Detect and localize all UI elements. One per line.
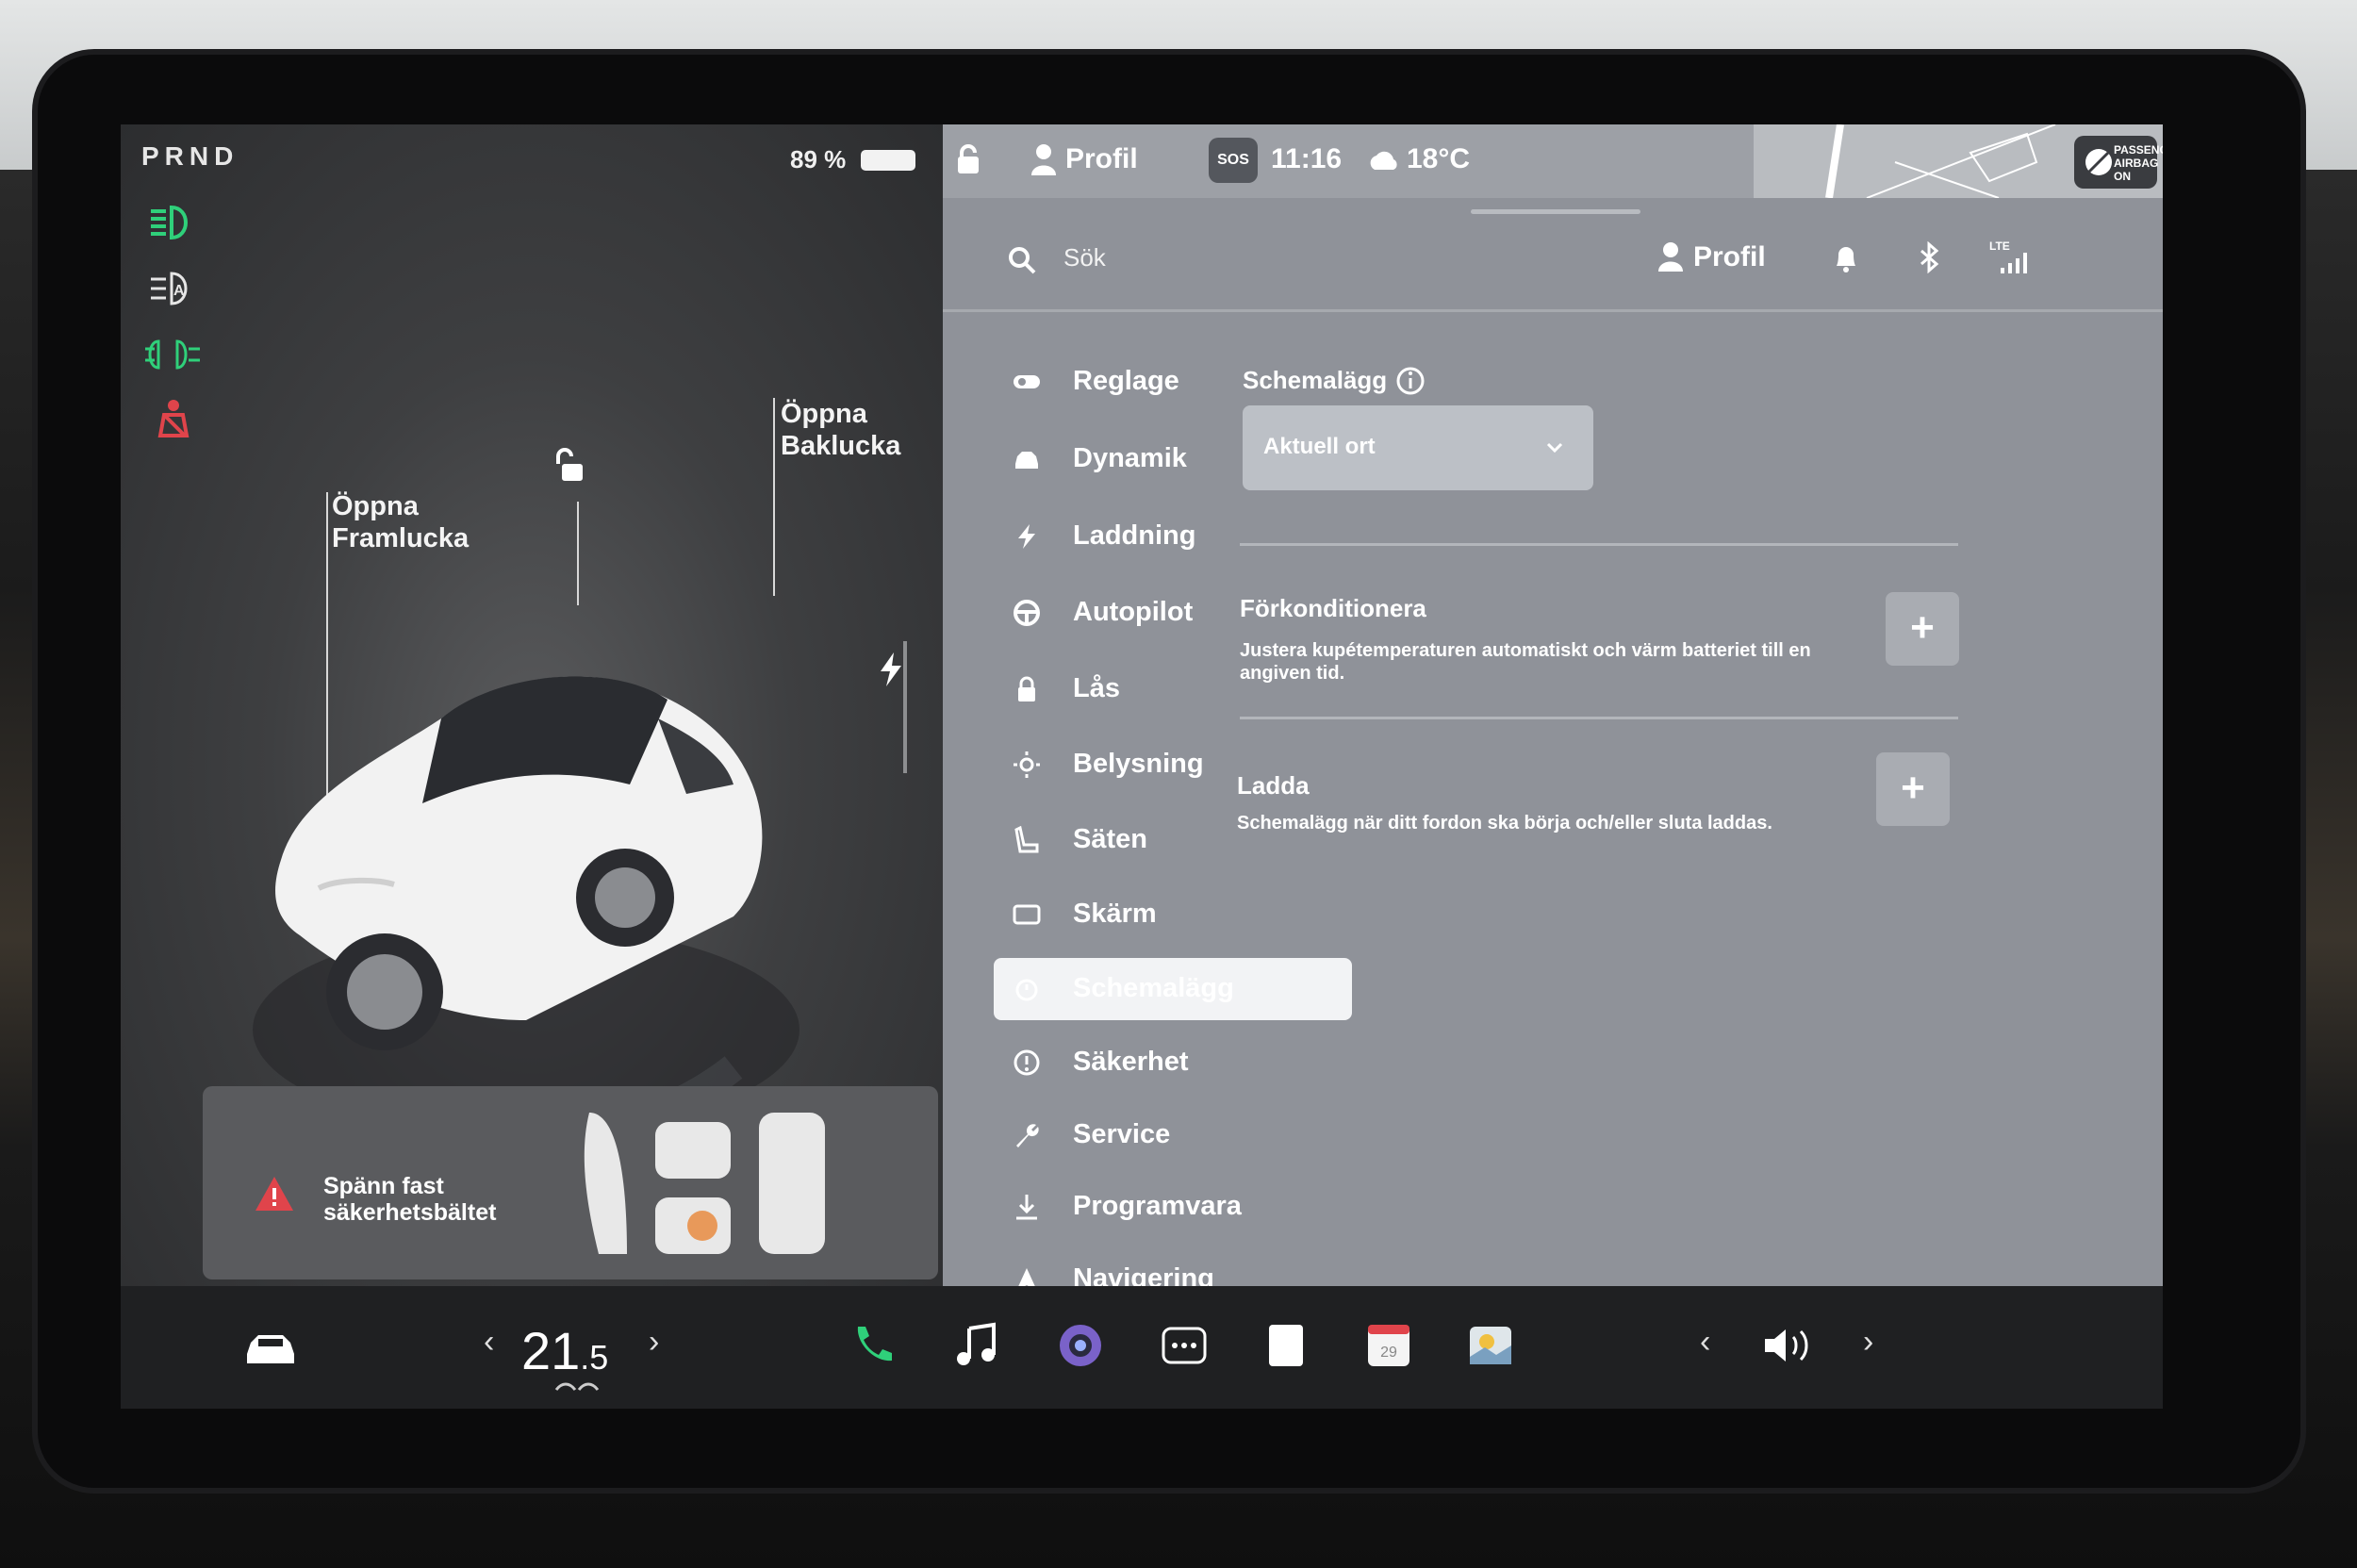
location-dropdown-value: Aktuell ort: [1263, 434, 1376, 459]
cloud-icon: [1370, 151, 1397, 170]
cabin-temperature[interactable]: 21.5: [521, 1320, 608, 1381]
volume-icon[interactable]: [1761, 1324, 1814, 1367]
temp-down-chevron[interactable]: ‹: [484, 1324, 494, 1361]
seat-icon: [1014, 826, 1039, 853]
alarm-icon: [1015, 979, 1038, 1001]
add-charge-schedule-button[interactable]: +: [1876, 752, 1950, 826]
low-beam-icon: [151, 205, 188, 240]
clock: 11:16: [1271, 143, 1343, 174]
precondition-description: Justera kupétemperaturen automatiskt och…: [1240, 640, 1811, 684]
more-apps-icon[interactable]: [1158, 1319, 1211, 1372]
notes-icon[interactable]: [1260, 1319, 1312, 1372]
outside-temp: 18°C: [1407, 143, 1471, 174]
lock-icon: [1018, 676, 1035, 701]
display-icon: [1013, 904, 1041, 925]
navigation-icon: [1018, 1268, 1035, 1286]
airbag-icon: [2085, 149, 2112, 175]
seatbelt-warning-icon: [157, 400, 190, 437]
menu-item-programvara[interactable]: Programvara: [994, 1176, 1352, 1238]
charge-title: Ladda: [1237, 771, 1310, 800]
battery-icon: [861, 150, 915, 171]
music-icon[interactable]: [950, 1319, 1003, 1372]
drag-handle[interactable]: [1471, 209, 1640, 214]
profile-icon[interactable]: [1030, 143, 1058, 175]
camera-icon[interactable]: [1054, 1319, 1107, 1372]
toybox-icon[interactable]: [1464, 1319, 1517, 1372]
menu-item-skarm[interactable]: Skärm: [994, 883, 1352, 946]
open-frunk-label[interactable]: Öppna Framlucka: [332, 490, 469, 554]
signal-icon: [2001, 253, 2027, 273]
battery-percent: 89 %: [790, 145, 847, 173]
warning-triangle-icon: [255, 1177, 293, 1211]
sos-button[interactable]: SOS: [1209, 138, 1258, 183]
auto-high-beam-icon: A: [151, 272, 188, 305]
charge-description: Schemalägg när ditt fordon ska börja och…: [1237, 813, 1772, 834]
status-bar: Profil SOS 11:16 18°C PASSENGER AIRBAG O…: [943, 124, 2163, 199]
calendar-day: 29: [1380, 1345, 1397, 1361]
profile-label[interactable]: Profil: [1693, 241, 1766, 273]
profile-label[interactable]: Profil: [1065, 143, 1138, 175]
fog-light-icon: [145, 339, 200, 370]
menu-item-laddning[interactable]: Laddning: [994, 505, 1352, 568]
seatbelt-alert-card: Spänn fast säkerhetsbältet: [203, 1086, 938, 1279]
temperature-decimal: .5: [580, 1338, 609, 1377]
menu-item-navigering[interactable]: Navigering: [994, 1248, 1352, 1286]
precondition-title: Förkonditionera: [1240, 594, 1426, 622]
section-divider: [1240, 543, 1958, 546]
menu-item-service[interactable]: Service: [994, 1104, 1352, 1166]
info-icon: [1014, 1049, 1040, 1076]
download-icon: [1016, 1195, 1037, 1220]
unlock-icon[interactable]: [551, 445, 592, 487]
calendar-icon[interactable]: 29: [1362, 1319, 1415, 1372]
sun-icon: [1014, 751, 1040, 778]
defrost-icon[interactable]: [554, 1380, 600, 1395]
volume-down-chevron[interactable]: ‹: [1700, 1324, 1710, 1361]
search-icon[interactable]: [1007, 245, 1037, 275]
bluetooth-icon[interactable]: [1918, 241, 1940, 273]
chevron-down-icon: [1546, 442, 1563, 454]
temp-up-chevron[interactable]: ›: [649, 1324, 659, 1361]
svg-text:A: A: [173, 283, 185, 299]
add-precondition-button[interactable]: +: [1886, 592, 1959, 666]
steering-wheel-icon: [1014, 600, 1040, 626]
wrench-icon: [1016, 1124, 1039, 1147]
toggle-icon: [1014, 375, 1040, 388]
seat-map-icon: [584, 1113, 825, 1254]
lightning-icon: [1018, 524, 1035, 549]
temperature-value: 21: [521, 1321, 581, 1380]
profile-icon[interactable]: [1657, 241, 1684, 273]
trunk-callout-line: [773, 398, 775, 596]
bell-icon[interactable]: [1833, 243, 1859, 273]
charge-port-icon[interactable]: [877, 651, 905, 688]
search-divider: [943, 309, 2163, 312]
settings-panel: Profil SOS 11:16 18°C PASSENGER AIRBAG O…: [943, 124, 2163, 1286]
location-dropdown[interactable]: Aktuell ort: [1243, 405, 1593, 490]
open-trunk-label[interactable]: Öppna Baklucka: [781, 398, 900, 462]
gear-indicator: PRND: [141, 141, 239, 171]
search-bar: Sök Profil LTE: [943, 219, 2163, 313]
vehicle-panel: PRND 89 % A Öppna Framlucka Öppna Bakluc…: [121, 124, 943, 1286]
lock-status-icon[interactable]: [954, 143, 982, 175]
scroll-indicator: [903, 641, 907, 773]
car-icon[interactable]: [243, 1329, 298, 1367]
car-icon: [1015, 452, 1038, 469]
search-input[interactable]: Sök: [1063, 243, 1106, 272]
bottom-bar: ‹ 21.5 › 29 ‹ ›: [121, 1286, 2163, 1409]
menu-item-schemalagg[interactable]: Schemalägg: [994, 958, 1352, 1020]
info-icon[interactable]: [1395, 366, 1426, 396]
volume-up-chevron[interactable]: ›: [1863, 1324, 1873, 1361]
seatbelt-alert-text: Spänn fast säkerhetsbältet: [323, 1173, 497, 1226]
menu-item-sakerhet[interactable]: Säkerhet: [994, 1032, 1352, 1094]
touchscreen: PRND 89 % A Öppna Framlucka Öppna Bakluc…: [121, 124, 2163, 1409]
section-divider: [1240, 717, 1958, 719]
phone-icon[interactable]: [847, 1319, 899, 1372]
schedule-title: Schemalägg: [1243, 366, 1388, 394]
